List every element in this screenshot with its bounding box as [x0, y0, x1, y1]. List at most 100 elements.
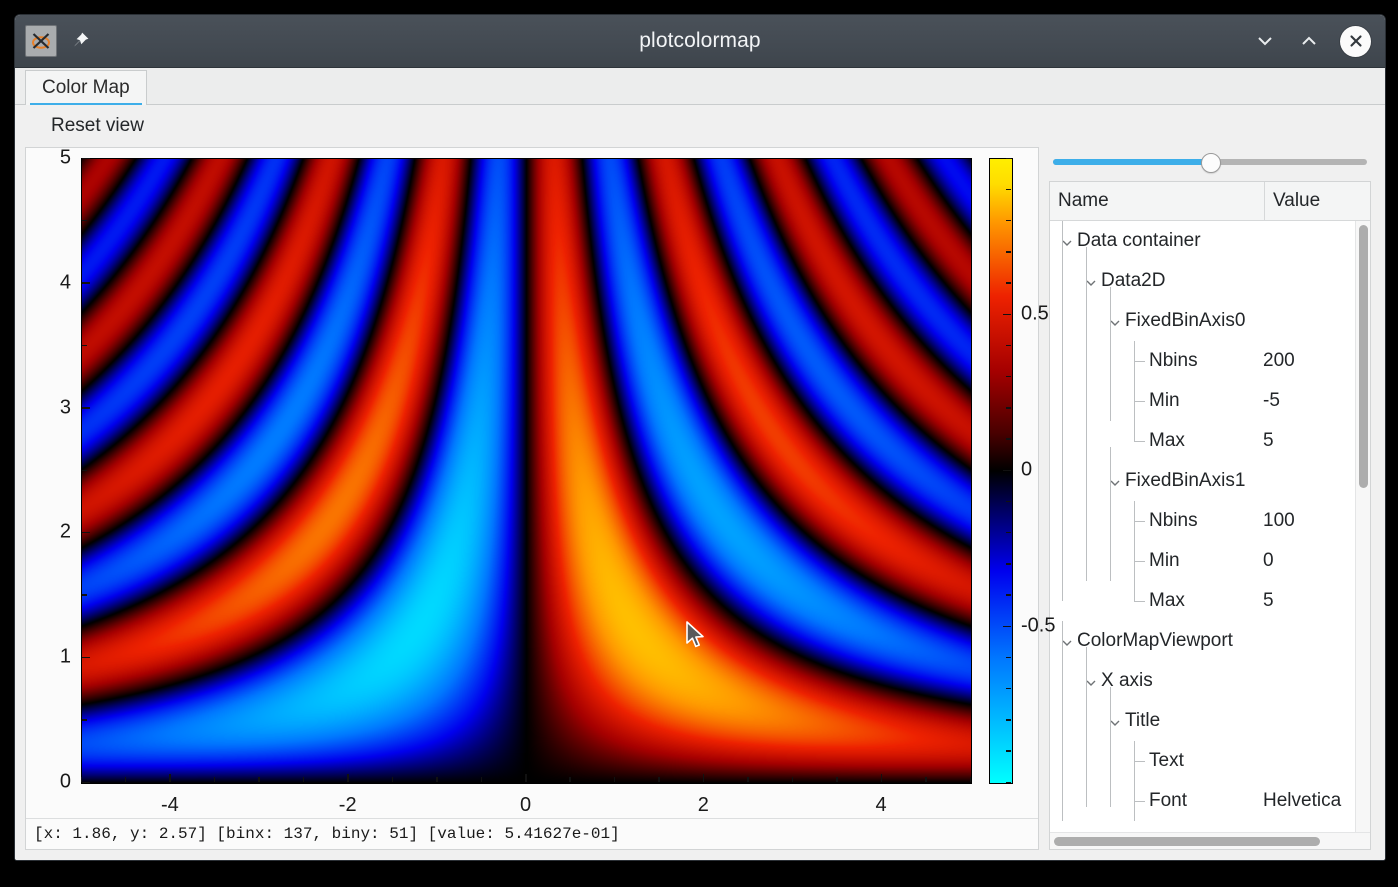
tree-item-name: Min — [1149, 390, 1180, 411]
zoom-slider[interactable] — [1053, 153, 1367, 173]
tree-connector — [1134, 421, 1135, 441]
reset-view-button[interactable]: Reset view — [43, 110, 152, 142]
tree-guide-line — [1086, 247, 1087, 581]
tree-horizontal-scrollbar[interactable] — [1050, 832, 1370, 849]
colorbar-minor-tick — [1006, 407, 1011, 409]
status-bar: [x: 1.86, y: 2.57] [binx: 137, biny: 51]… — [26, 818, 1038, 849]
property-panel: Name Value Data container Data2D FixedBinA… — [1049, 147, 1375, 850]
tree-guide-line — [1086, 647, 1087, 807]
x-axis-minor-tick — [836, 777, 838, 782]
tree-item-value[interactable]: -5 — [1263, 390, 1280, 412]
tree-item-value[interactable]: 5 — [1263, 590, 1274, 612]
chevron-down-icon[interactable] — [1252, 28, 1278, 54]
tree-guide-line — [1110, 287, 1111, 421]
tree-guide-line — [1062, 221, 1063, 601]
tree-row[interactable]: Min 0 — [1050, 541, 1355, 581]
y-axis-minor-tick — [82, 219, 87, 222]
tree-row[interactable]: ColorMapViewport — [1050, 621, 1355, 661]
colorbar-minor-tick — [1006, 563, 1011, 565]
tree-row[interactable]: Font Helvetica — [1050, 781, 1355, 821]
colorbar-tick-label: 0.5 — [1021, 302, 1049, 325]
chevron-up-icon[interactable] — [1296, 28, 1322, 54]
toolbar: Reset view — [15, 105, 1385, 147]
colorbar-minor-tick — [1006, 282, 1011, 284]
heatmap-canvas[interactable] — [82, 159, 971, 783]
tree-connector — [1134, 601, 1145, 602]
tree-guide-line — [1110, 447, 1111, 581]
x-axis-minor-tick — [925, 777, 927, 782]
x-axis-minor-tick — [80, 777, 82, 782]
slider-handle[interactable] — [1201, 153, 1221, 173]
plot-area[interactable]: 0 1 2 3 4 5 -4 -2 0 2 4 -0.5 0 0.5 — [26, 146, 1056, 818]
slider-fill — [1053, 159, 1210, 165]
tree-connector — [1134, 801, 1145, 802]
tab-bar: Color Map — [15, 68, 1385, 105]
tree-row[interactable]: Nbins 200 — [1050, 341, 1355, 381]
tree-item-value[interactable]: 100 — [1263, 510, 1295, 532]
tree-row[interactable]: FixedBinAxis1 — [1050, 461, 1355, 501]
tab-color-map[interactable]: Color Map — [25, 70, 147, 105]
tree-item-value[interactable]: 200 — [1263, 350, 1295, 372]
tree-connector — [1134, 781, 1135, 821]
y-axis-minor-tick — [82, 469, 87, 471]
x-axis-minor-tick — [480, 777, 483, 782]
tree-item-name: X axis — [1101, 670, 1153, 691]
y-axis-tick-label: 2 — [59, 520, 71, 543]
tree-row[interactable]: Data container — [1050, 221, 1355, 261]
tree-row[interactable]: FixedBinAxis0 — [1050, 301, 1355, 341]
tree-item-value[interactable]: 5 — [1263, 430, 1274, 452]
tree-row[interactable]: X axis — [1050, 661, 1355, 701]
tree-row[interactable]: Nbins 100 — [1050, 501, 1355, 541]
tree-item-name: Nbins — [1149, 350, 1198, 371]
horizontal-scroll-thumb[interactable] — [1054, 837, 1320, 846]
heatmap-image[interactable] — [81, 158, 972, 784]
tree-connector — [1134, 401, 1145, 402]
tree-item-value[interactable]: Helvetica — [1263, 790, 1341, 812]
tree-row[interactable]: Min -5 — [1050, 381, 1355, 421]
close-icon[interactable] — [1340, 25, 1371, 57]
tree-row[interactable]: Title — [1050, 701, 1355, 741]
y-axis-minor-tick — [82, 594, 87, 596]
tree-item-name: ColorMapViewport — [1077, 630, 1233, 651]
tree-item-value[interactable]: 0 — [1263, 550, 1274, 572]
column-header-name[interactable]: Name — [1050, 182, 1265, 220]
x-axis-minor-tick — [302, 777, 305, 782]
tree-guide-line — [1110, 687, 1111, 807]
y-axis-tick-label: 5 — [59, 146, 71, 169]
tree-item-name: Max — [1149, 430, 1185, 451]
x-axis-tick-label: 4 — [875, 794, 887, 816]
app-logo-icon[interactable] — [25, 25, 57, 57]
tree-row[interactable]: Text — [1050, 741, 1355, 781]
tree-rows: Data container Data2D FixedBinAxis0 Nbins 20… — [1050, 221, 1355, 832]
colorbar-minor-tick — [1006, 344, 1011, 347]
colormap-panel: 0 1 2 3 4 5 -4 -2 0 2 4 -0.5 0 0.5 [x: 1.86, y: 2.57]… — [25, 146, 1056, 850]
tree-item-name: Min — [1149, 550, 1180, 571]
tree-body: Data container Data2D FixedBinAxis0 Nbins 20… — [1050, 221, 1370, 832]
x-axis-minor-tick — [969, 777, 971, 782]
tree-row[interactable]: Max 5 — [1050, 581, 1355, 621]
x-axis-major-tick — [347, 774, 349, 782]
x-axis-minor-tick — [658, 777, 660, 782]
colorbar-minor-tick — [1006, 750, 1011, 752]
colorbar-major-tick — [1003, 313, 1011, 315]
tree-connector — [1134, 341, 1135, 381]
y-axis-major-tick — [82, 157, 90, 159]
colorbar-minor-tick — [1006, 687, 1011, 690]
colorbar-minor-tick — [1006, 500, 1011, 503]
column-header-value[interactable]: Value — [1265, 182, 1370, 220]
pin-icon[interactable] — [67, 28, 93, 54]
tree-vertical-scrollbar[interactable] — [1355, 221, 1370, 832]
y-axis-major-tick — [82, 531, 90, 534]
y-axis-tick-label: 3 — [59, 396, 71, 419]
tree-connector — [1134, 441, 1145, 442]
x-axis-minor-tick — [747, 777, 749, 782]
y-axis-major-tick — [82, 781, 90, 783]
tree-row[interactable]: Data2D — [1050, 261, 1355, 301]
x-axis-tick-label: 0 — [519, 794, 532, 816]
colorbar-major-tick — [1003, 625, 1011, 627]
colorbar-minor-tick — [1006, 781, 1011, 783]
tree-row[interactable]: Max 5 — [1050, 421, 1355, 461]
tree-item-name: Max — [1149, 590, 1185, 611]
vertical-scroll-thumb[interactable] — [1359, 225, 1368, 488]
x-axis-minor-tick — [213, 777, 216, 782]
